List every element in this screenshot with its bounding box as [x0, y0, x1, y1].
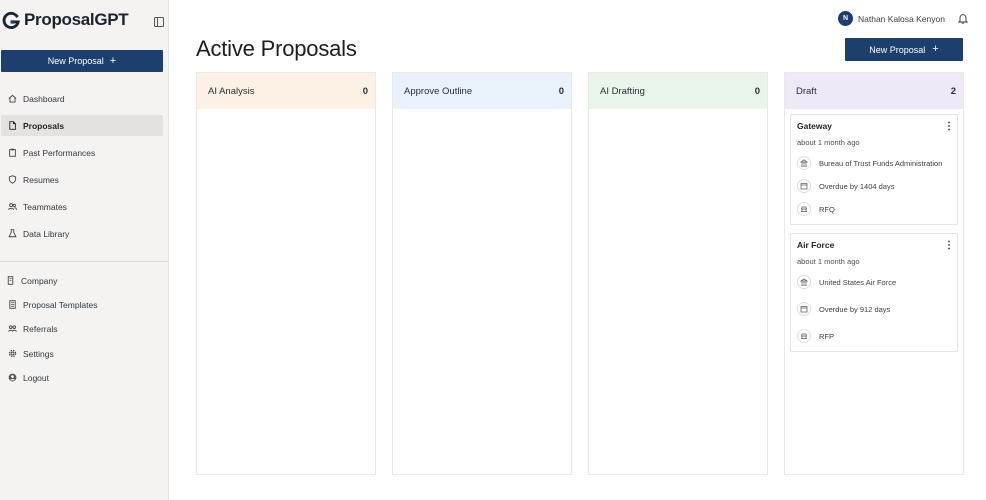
- column-approve-outline: Approve Outline 0: [392, 72, 572, 475]
- column-ai-analysis: AI Analysis 0: [196, 72, 376, 475]
- sidebar-item-label: Past Performances: [23, 147, 96, 158]
- proposal-card-air-force[interactable]: Air Force about 1 month ago United State…: [790, 233, 958, 352]
- plus-icon: +: [109, 54, 117, 67]
- column-name: Approve Outline: [404, 85, 473, 97]
- column-name: AI Drafting: [600, 85, 645, 97]
- calendar-icon: [797, 179, 811, 193]
- sidebar-item-resumes[interactable]: Resumes: [1, 169, 163, 190]
- column-header: AI Drafting 0: [589, 73, 767, 109]
- new-proposal-label: New Proposal: [869, 44, 926, 55]
- card-time: about 1 month ago: [797, 257, 860, 266]
- card-title: Air Force: [797, 240, 835, 250]
- plus-icon: +: [932, 43, 939, 55]
- sidebar-item-label: Proposal Templates: [23, 299, 98, 310]
- clipboard-icon: [9, 148, 16, 157]
- sidebar-collapse-icon[interactable]: [154, 17, 164, 27]
- card-agency-row: Bureau of Trust Funds Administration: [797, 156, 951, 170]
- sidebar-item-proposal-templates[interactable]: Proposal Templates: [1, 294, 163, 315]
- sidebar-item-label: Settings: [23, 348, 54, 359]
- sidebar-item-label: Logout: [23, 372, 49, 383]
- sidebar-item-label: Data Library: [23, 228, 70, 239]
- card-title: Gateway: [797, 121, 832, 131]
- agency-icon: [797, 156, 811, 170]
- home-icon: [8, 94, 17, 103]
- more-vertical-icon[interactable]: [947, 240, 951, 250]
- column-body: [393, 109, 571, 119]
- proposal-card-gateway[interactable]: Gateway about 1 month ago Bureau of Trus…: [790, 114, 958, 225]
- column-body: [589, 109, 767, 119]
- new-proposal-button[interactable]: New Proposal +: [845, 38, 963, 61]
- sidebar-item-teammates[interactable]: Teammates: [1, 196, 163, 217]
- card-time: about 1 month ago: [797, 138, 860, 147]
- flask-icon: [8, 229, 17, 238]
- sidebar-item-settings[interactable]: Settings: [1, 343, 163, 364]
- card-type: RFQ: [819, 205, 835, 214]
- sidebar-item-label: Dashboard: [23, 93, 65, 104]
- sidebar-divider: [0, 261, 168, 262]
- column-count: 0: [362, 85, 368, 97]
- sidebar-item-label: Teammates: [23, 201, 67, 212]
- column-count: 0: [754, 85, 760, 97]
- file-icon: [9, 121, 16, 130]
- card-type: RFP: [819, 332, 834, 341]
- sidebar-item-past-performances[interactable]: Past Performances: [1, 142, 163, 163]
- card-type-row: RFP: [797, 329, 951, 343]
- shield-icon: [8, 175, 17, 184]
- card-agency: United States Air Force: [819, 278, 897, 287]
- column-draft: Draft 2 Gateway about 1 month ago Bureau…: [784, 72, 964, 475]
- card-agency: Bureau of Trust Funds Administration: [819, 159, 943, 168]
- column-header: Approve Outline 0: [393, 73, 571, 109]
- card-due: Overdue by 912 days: [819, 305, 891, 314]
- column-header: Draft 2: [785, 73, 963, 109]
- building-icon: [7, 276, 14, 285]
- sidebar-new-proposal-button[interactable]: New Proposal +: [1, 50, 163, 72]
- sidebar-item-logout[interactable]: Logout: [1, 367, 163, 388]
- sidebar-item-dashboard[interactable]: Dashboard: [1, 88, 163, 109]
- bell-icon[interactable]: [958, 13, 968, 24]
- sidebar: ProposalGPT New Proposal + Dashboard Pro…: [0, 0, 169, 500]
- people-icon: [8, 325, 17, 332]
- document-type-icon: [797, 329, 811, 343]
- card-agency-row: United States Air Force: [797, 275, 951, 289]
- sidebar-item-referrals[interactable]: Referrals: [1, 318, 163, 339]
- sidebar-item-proposals[interactable]: Proposals: [1, 115, 163, 136]
- calendar-icon: [797, 302, 811, 316]
- app-name: ProposalGPT: [24, 10, 129, 29]
- sidebar-item-company[interactable]: Company: [1, 270, 163, 291]
- column-count: 0: [558, 85, 564, 97]
- column-body: Gateway about 1 month ago Bureau of Trus…: [785, 109, 963, 365]
- template-icon: [9, 300, 16, 309]
- user-circle-icon: [8, 373, 17, 382]
- column-ai-drafting: AI Drafting 0: [588, 72, 768, 475]
- card-due-row: Overdue by 912 days: [797, 302, 951, 316]
- sidebar-item-label: Company: [21, 275, 58, 286]
- column-name: Draft: [796, 85, 817, 97]
- sidebar-item-label: Proposals: [23, 120, 65, 131]
- more-vertical-icon[interactable]: [947, 121, 951, 131]
- sidebar-new-proposal-label: New Proposal: [47, 56, 104, 66]
- card-type-row: RFQ: [797, 202, 951, 216]
- sidebar-item-label: Referrals: [23, 323, 58, 334]
- column-header: AI Analysis 0: [197, 73, 375, 109]
- gear-icon: [8, 349, 17, 358]
- column-count: 2: [950, 85, 956, 97]
- card-due: Overdue by 1404 days: [819, 182, 895, 191]
- users-icon: [8, 203, 17, 211]
- sidebar-item-data-library[interactable]: Data Library: [1, 223, 163, 244]
- column-name: AI Analysis: [208, 85, 255, 97]
- card-due-row: Overdue by 1404 days: [797, 179, 951, 193]
- logo-icon: [2, 11, 20, 29]
- user-menu[interactable]: N Nathan Kalosa Kenyon: [838, 11, 945, 26]
- app-logo[interactable]: ProposalGPT: [2, 10, 129, 30]
- user-name: Nathan Kalosa Kenyon: [858, 13, 945, 24]
- document-type-icon: [797, 202, 811, 216]
- sidebar-item-label: Resumes: [23, 174, 59, 185]
- column-body: [197, 109, 375, 119]
- avatar: N: [838, 11, 853, 26]
- agency-icon: [797, 275, 811, 289]
- page-title: Active Proposals: [196, 36, 357, 61]
